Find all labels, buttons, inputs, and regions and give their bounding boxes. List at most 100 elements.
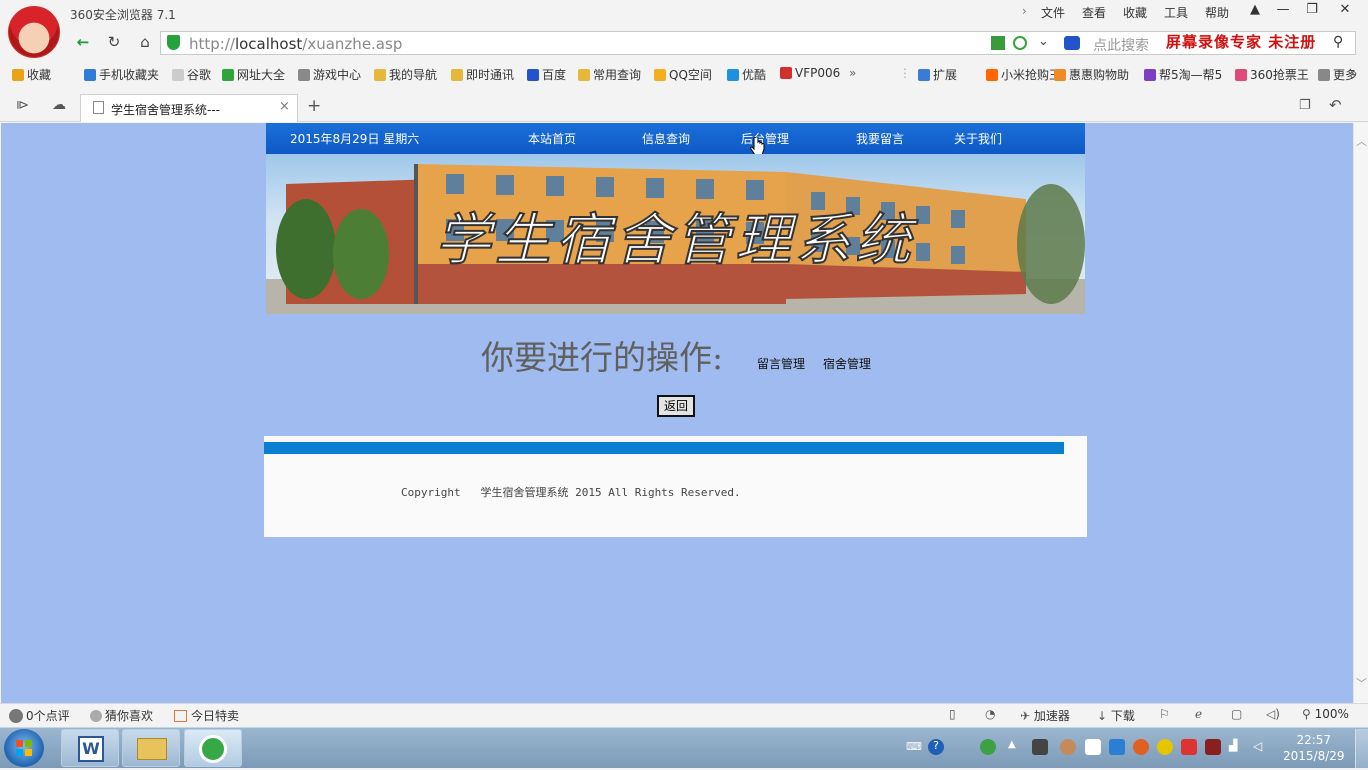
recommend-label: 猜你喜欢 bbox=[105, 709, 154, 723]
taskbar-word[interactable]: W bbox=[61, 729, 119, 767]
windows-logo-icon bbox=[16, 740, 32, 756]
bookmark-item-10[interactable]: 优酷 bbox=[727, 66, 766, 83]
menu-tools[interactable]: 工具 bbox=[1164, 4, 1188, 21]
reviews-status[interactable]: 0个点评 bbox=[9, 707, 70, 724]
chevron-down-icon[interactable]: ⌄ bbox=[1038, 34, 1049, 49]
flag-icon[interactable]: ⚐ bbox=[1159, 707, 1170, 721]
vertical-scrollbar[interactable]: ︿ ﹀ bbox=[1353, 123, 1368, 703]
tab-active[interactable]: 学生宿舍管理系统--- × bbox=[80, 94, 298, 122]
taskbar-360browser[interactable] bbox=[184, 729, 242, 767]
bookmark-item-11[interactable]: VFP006 bbox=[780, 66, 840, 80]
network-tray-icon[interactable] bbox=[980, 739, 996, 755]
tab-close-icon[interactable]: × bbox=[279, 99, 290, 114]
tab-list-icon[interactable]: ❐ bbox=[1299, 98, 1311, 113]
bookmark-right-item-1[interactable]: 小米抢购王 bbox=[986, 66, 1061, 83]
recommend-status[interactable]: 猜你喜欢 bbox=[90, 707, 153, 724]
help-icon[interactable]: ? bbox=[928, 739, 944, 755]
bookmark-right-item-4[interactable]: 360抢票王 bbox=[1235, 66, 1309, 83]
qr-code-icon[interactable] bbox=[991, 36, 1005, 50]
bookmarks-more-icon[interactable]: » bbox=[849, 66, 856, 80]
monitor-icon[interactable] bbox=[1109, 739, 1125, 755]
scroll-up-icon[interactable]: ︿ bbox=[1356, 133, 1367, 149]
accelerator-status[interactable]: ✈ 加速器 bbox=[1020, 707, 1070, 724]
copyright-text: Copyright 学生宿舍管理系统 2015 All Rights Reser… bbox=[401, 486, 741, 499]
home-icon[interactable]: ⌂ bbox=[134, 33, 156, 53]
url-text[interactable]: http://localhost/xuanzhe.asp bbox=[189, 35, 402, 53]
comment-icon bbox=[9, 709, 23, 723]
url-prefix: http:// bbox=[189, 35, 235, 53]
minimize-button[interactable]: — bbox=[1271, 2, 1295, 22]
taskbar-explorer[interactable] bbox=[122, 729, 180, 767]
maximize-button[interactable]: ❐ bbox=[1300, 2, 1324, 22]
recorder-tray-icon[interactable] bbox=[1205, 739, 1221, 755]
menu-file[interactable]: 文件 bbox=[1041, 4, 1065, 21]
security-tray-icon[interactable] bbox=[1133, 739, 1149, 755]
window-icon[interactable]: ▢ bbox=[1231, 707, 1242, 721]
camera-icon[interactable] bbox=[1032, 739, 1048, 755]
guard-plus-icon[interactable] bbox=[1157, 739, 1173, 755]
user-tray-icon[interactable] bbox=[1060, 739, 1076, 755]
bookmarks-right-more-icon[interactable]: » bbox=[1350, 66, 1357, 80]
nav-about[interactable]: 关于我们 bbox=[954, 130, 1002, 147]
back-button[interactable]: 返回 bbox=[657, 395, 695, 417]
network-icon[interactable]: ◔ bbox=[985, 707, 995, 721]
recommend-icon bbox=[90, 710, 102, 722]
show-desktop-button[interactable] bbox=[1355, 729, 1368, 768]
bookmark-label: VFP006 bbox=[795, 66, 841, 80]
clock-time: 22:57 bbox=[1296, 733, 1332, 747]
windows-tray-icon[interactable] bbox=[1085, 739, 1101, 755]
leaf-icon[interactable] bbox=[1013, 36, 1027, 50]
address-bar[interactable]: http://localhost/xuanzhe.asp ⌄ 点此搜索 屏幕录像… bbox=[160, 31, 1356, 55]
dorm-management-link[interactable]: 宿舍管理 bbox=[823, 355, 871, 372]
ie-mode-icon[interactable]: ℯ bbox=[1195, 707, 1202, 721]
bookmark-item-2[interactable]: 谷歌 bbox=[172, 66, 211, 83]
alert-icon[interactable] bbox=[1181, 739, 1197, 755]
bookmark-item-8[interactable]: 常用查询 bbox=[578, 66, 641, 83]
start-button[interactable] bbox=[4, 729, 44, 767]
bookmark-item-4[interactable]: 游戏中心 bbox=[298, 66, 361, 83]
menu-expand-icon[interactable]: › bbox=[1022, 4, 1027, 18]
bookmark-right-item-0[interactable]: 扩展 bbox=[918, 66, 957, 83]
menu-favorites[interactable]: 收藏 bbox=[1123, 4, 1147, 21]
bookmark-right-item-2[interactable]: 惠惠购物助 bbox=[1054, 66, 1129, 83]
bookmark-item-9[interactable]: QQ空间 bbox=[654, 66, 712, 83]
bookmark-right-item-3[interactable]: 帮5淘—帮5 bbox=[1144, 66, 1222, 83]
cloud-icon[interactable]: ☁ bbox=[52, 97, 66, 113]
sidebar-toggle-icon[interactable]: ⧐ bbox=[16, 98, 29, 113]
sound-icon[interactable]: ◁) bbox=[1266, 707, 1280, 721]
menu-view[interactable]: 查看 bbox=[1082, 4, 1106, 21]
baidu-paw-icon[interactable] bbox=[1064, 36, 1080, 50]
undo-close-icon[interactable]: ↶ bbox=[1329, 96, 1342, 114]
message-management-link[interactable]: 留言管理 bbox=[757, 355, 805, 372]
scroll-down-icon[interactable]: ﹀ bbox=[1356, 675, 1367, 691]
bookmark-item-6[interactable]: 即时通讯 bbox=[451, 66, 514, 83]
bookmark-item-7[interactable]: 百度 bbox=[527, 66, 566, 83]
new-tab-button[interactable]: + bbox=[307, 96, 321, 116]
mobile-icon[interactable]: ▯ bbox=[949, 707, 956, 721]
search-input[interactable]: 点此搜索 bbox=[1093, 35, 1149, 55]
nav-info-query[interactable]: 信息查询 bbox=[642, 130, 690, 147]
show-hidden-icon[interactable]: ▲ bbox=[1008, 739, 1024, 755]
keyboard-icon[interactable]: ⌨ bbox=[906, 740, 922, 756]
refresh-icon[interactable]: ↻ bbox=[103, 33, 125, 53]
skin-icon[interactable]: ▲ bbox=[1243, 2, 1267, 22]
url-host: localhost bbox=[234, 35, 303, 53]
nav-message[interactable]: 我要留言 bbox=[856, 130, 904, 147]
deals-status[interactable]: 今日特卖 bbox=[174, 707, 239, 724]
bookmark-item-3[interactable]: 网址大全 bbox=[222, 66, 285, 83]
bookmark-item-5[interactable]: 我的导航 bbox=[374, 66, 437, 83]
menu-help[interactable]: 帮助 bbox=[1205, 4, 1229, 21]
zoom-status[interactable]: ⚲ 100% bbox=[1302, 707, 1349, 721]
bookmark-item-1[interactable]: 手机收藏夹 bbox=[84, 66, 159, 83]
bookmark-icon bbox=[84, 69, 96, 81]
back-arrow-icon[interactable]: ← bbox=[72, 33, 94, 53]
close-button[interactable]: ✕ bbox=[1333, 2, 1357, 22]
bookmark-item-0[interactable]: 收藏 bbox=[12, 66, 51, 83]
volume-icon[interactable]: ◁ bbox=[1253, 739, 1269, 755]
search-icon[interactable]: ⚲ bbox=[1333, 34, 1343, 50]
user-avatar[interactable] bbox=[8, 6, 60, 58]
download-status[interactable]: ↓ 下载 bbox=[1097, 707, 1135, 724]
signal-icon[interactable]: ▟ bbox=[1229, 739, 1245, 755]
nav-home[interactable]: 本站首页 bbox=[528, 130, 576, 147]
taskbar-clock[interactable]: 22:57 2015/8/29 bbox=[1283, 732, 1345, 764]
